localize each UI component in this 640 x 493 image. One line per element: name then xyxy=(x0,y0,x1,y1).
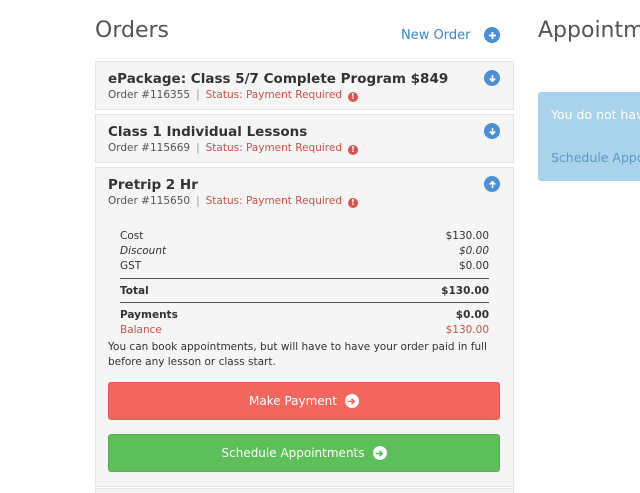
order-status: Status: Payment Required xyxy=(205,89,342,101)
balance-row: Balance $130.00 xyxy=(120,324,489,336)
total-label: Total xyxy=(120,285,149,297)
exclamation-circle-icon: ! xyxy=(347,144,358,155)
balance-value: $130.00 xyxy=(445,324,489,336)
appointments-empty-alert: You do not hav booked. Schedule Appo xyxy=(538,92,640,181)
new-order-label: New Order xyxy=(401,27,471,43)
order-title: ePackage: Class 5/7 Complete Program $84… xyxy=(108,71,449,87)
arrow-right-circle-icon xyxy=(344,394,359,408)
discount-value: $0.00 xyxy=(458,245,489,257)
order-panel[interactable]: Class 1 Individual Lessons Order #115669… xyxy=(95,114,514,163)
order-title: Pretrip 2 Hr xyxy=(108,177,198,193)
payments-label: Payments xyxy=(120,309,178,321)
order-number: Order #115650 xyxy=(108,195,191,207)
separator: | xyxy=(196,142,200,154)
make-payment-button[interactable]: Make Payment xyxy=(108,382,500,420)
separator: | xyxy=(196,89,200,101)
total-value: $130.00 xyxy=(441,285,489,297)
balance-label: Balance xyxy=(120,324,162,336)
divider xyxy=(120,278,489,279)
payments-row: Payments $0.00 xyxy=(120,309,489,321)
order-panel-expanded[interactable]: Pretrip 2 Hr Order #115650 | Status: Payme… xyxy=(95,167,514,487)
gst-row: GST $0.00 xyxy=(120,260,489,272)
order-title: Class 1 Individual Lessons xyxy=(108,124,308,140)
payment-note: You can book appointments, but will have… xyxy=(108,341,487,368)
total-row: Total $130.00 xyxy=(120,285,489,297)
divider xyxy=(120,302,489,303)
orders-title: Orders xyxy=(95,18,169,43)
arrow-down-circle-icon[interactable] xyxy=(484,70,500,86)
exclamation-circle-icon: ! xyxy=(347,197,358,208)
discount-label: Discount xyxy=(120,245,167,257)
discount-row: Discount $0.00 xyxy=(120,245,489,257)
arrow-up-circle-icon[interactable] xyxy=(484,176,500,192)
gst-label: GST xyxy=(120,260,142,272)
order-number: Order #116355 xyxy=(108,89,191,101)
separator: | xyxy=(196,195,200,207)
order-meta: Order #115650 | Status: Payment Required! xyxy=(108,195,358,208)
order-status: Status: Payment Required xyxy=(205,142,342,154)
order-panel[interactable]: ePackage: Class 5/7 Complete Program $84… xyxy=(95,61,514,110)
arrow-right-circle-icon xyxy=(372,446,387,460)
order-status: Status: Payment Required xyxy=(205,195,342,207)
order-meta: Order #116355 | Status: Payment Required! xyxy=(108,89,358,102)
schedule-appointments-button[interactable]: Schedule Appointments xyxy=(108,434,500,472)
plus-circle-icon xyxy=(484,27,501,43)
order-number: Order #115669 xyxy=(108,142,191,154)
order-panel[interactable] xyxy=(95,488,514,493)
schedule-appointments-link[interactable]: Schedule Appo xyxy=(551,150,640,165)
new-order-button[interactable]: New Order xyxy=(401,27,501,43)
schedule-appointments-label: Schedule Appointments xyxy=(221,446,365,460)
make-payment-label: Make Payment xyxy=(249,394,337,408)
order-meta: Order #115669 | Status: Payment Required! xyxy=(108,142,358,155)
cost-value: $130.00 xyxy=(445,230,489,242)
cost-label: Cost xyxy=(120,230,144,242)
appointments-message: You do not hav booked. xyxy=(551,107,640,122)
exclamation-circle-icon: ! xyxy=(347,91,358,102)
cost-row: Cost $130.00 xyxy=(120,230,489,242)
appointments-title: Appointme xyxy=(538,18,640,43)
arrow-down-circle-icon[interactable] xyxy=(484,123,500,139)
payments-value: $0.00 xyxy=(455,309,489,321)
gst-value: $0.00 xyxy=(458,260,489,272)
